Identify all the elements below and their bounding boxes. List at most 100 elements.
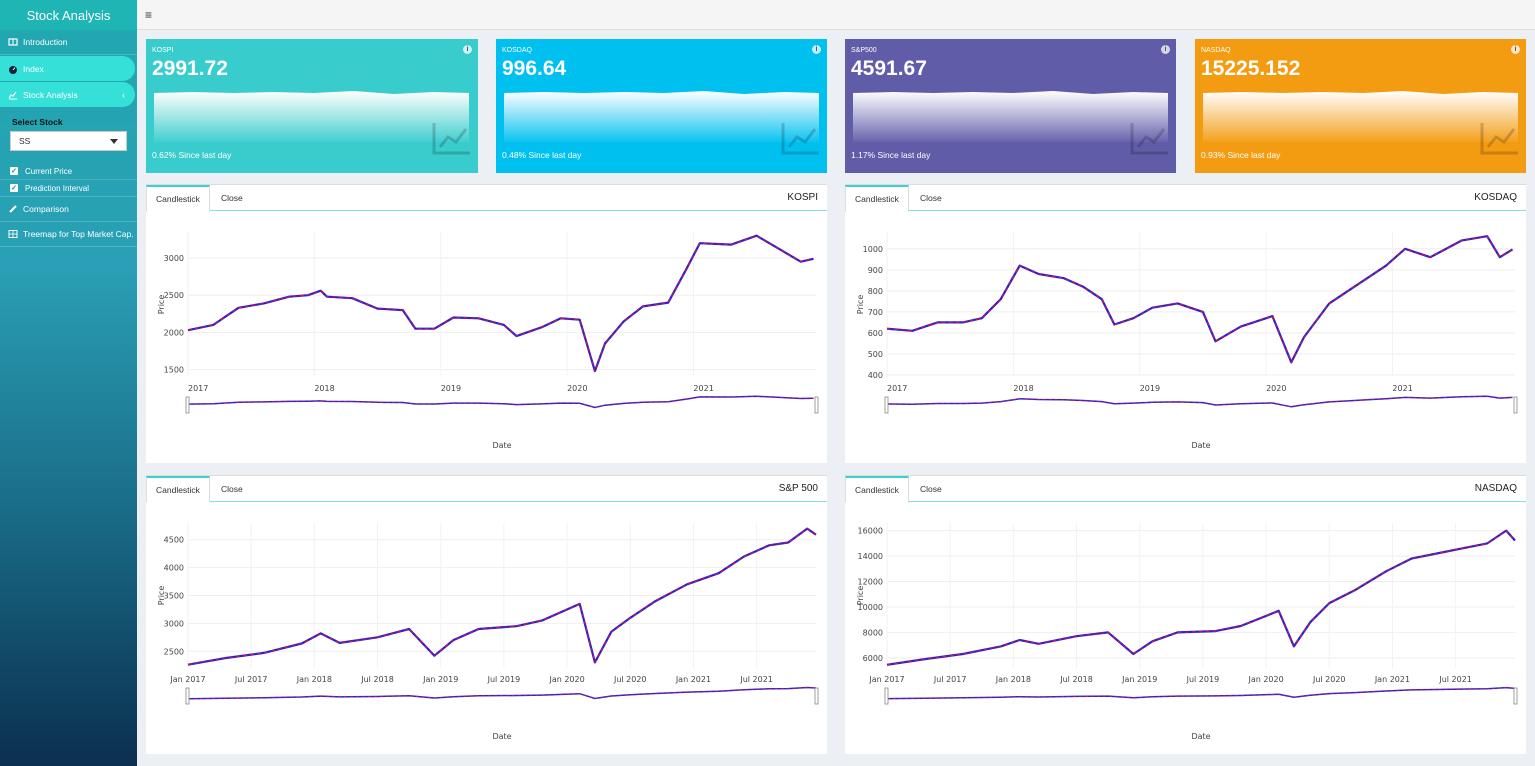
range-slider-left-handle[interactable] [884, 396, 889, 414]
range-slider-left-handle[interactable] [884, 687, 889, 705]
x-tick-label: Jul 2019 [1186, 675, 1220, 684]
y-tick-label: 3000 [164, 254, 184, 263]
panel-title: KOSPI [787, 192, 818, 203]
checkbox-label: Prediction Interval [25, 183, 90, 193]
panel-title: KOSDAQ [1474, 192, 1517, 203]
range-slider-right-handle[interactable] [1513, 687, 1518, 705]
brand-title[interactable]: Stock Analysis [0, 0, 137, 30]
y-tick-label: 1000 [863, 245, 883, 254]
x-tick-label: Jan 2017 [169, 675, 205, 684]
sidebar-item-comparison[interactable]: Comparison [0, 197, 137, 222]
price-series-down [886, 235, 1514, 364]
x-tick-label: 2017 [887, 384, 907, 393]
sidebar-item-label: Comparison [23, 204, 69, 214]
y-tick-label: 600 [868, 329, 883, 338]
sidebar-item-label: Treemap for Top Market Cap. [23, 229, 134, 239]
y-tick-label: 2500 [164, 291, 184, 300]
info-icon[interactable]: i [812, 45, 821, 54]
sidebar-item-label: Introduction [23, 37, 68, 47]
y-axis-label: Price [157, 295, 166, 315]
info-icon[interactable]: i [463, 45, 472, 54]
value-box-label: KOSPI [152, 47, 174, 54]
x-tick-label: 2021 [1392, 384, 1412, 393]
pencil-icon [8, 204, 18, 214]
y-axis-label: Price [856, 295, 865, 315]
x-tick-label: Jul 2019 [487, 675, 521, 684]
value-box-sp500: S&P500 4591.67 i 1.17% Since last day [845, 39, 1176, 173]
select-stock-dropdown[interactable]: SS [10, 131, 127, 151]
price-chart[interactable]: 6000800010000120001400016000Jan 2017 Jul … [845, 503, 1526, 755]
y-tick-label: 3500 [164, 592, 184, 601]
price-series-down [886, 529, 1516, 666]
range-slider-right-handle[interactable] [814, 396, 819, 414]
y-tick-label: 4000 [164, 564, 184, 573]
price-series-down [187, 234, 814, 373]
chart-panel-kospi: Candlestick Close KOSPI 1500 2000 2500 3000 201… [146, 184, 827, 463]
chart-tabs: Candlestick Close [845, 476, 1526, 503]
y-axis-label: Price [157, 586, 166, 606]
tab-close[interactable]: Close [212, 476, 252, 502]
area-chart-icon [781, 123, 819, 155]
chart-tabs: Candlestick Close [146, 185, 827, 212]
x-tick-label: Jan 2021 [1374, 675, 1410, 684]
info-icon[interactable]: i [1511, 45, 1520, 54]
dashboard-icon [8, 64, 18, 74]
x-tick-label: 2018 [314, 384, 334, 393]
sidebar-item-index[interactable]: Index [0, 56, 135, 81]
table-icon [8, 229, 18, 239]
y-tick-label: 2000 [164, 328, 184, 337]
x-tick-label: Jul 2018 [360, 675, 394, 684]
select-stock-label: Select Stock [12, 117, 63, 127]
range-slider-right-handle[interactable] [1513, 396, 1518, 414]
chevron-left-icon: ‹ [122, 89, 125, 100]
x-tick-label: Jul 2021 [739, 675, 773, 684]
book-icon [8, 37, 18, 47]
y-tick-label: 3000 [164, 619, 184, 628]
sparkline-area [154, 91, 469, 142]
sidebar-item-label: Stock Analysis [23, 89, 78, 100]
tab-close[interactable]: Close [911, 185, 951, 211]
y-tick-label: 6000 [863, 654, 883, 663]
sidebar-item-stock-analysis[interactable]: Stock Analysis ‹ [0, 82, 135, 107]
value-box-value: 15225.152 [1201, 57, 1301, 80]
checkbox-checked-icon: ✓ [10, 184, 18, 192]
y-tick-label: 1500 [164, 366, 184, 375]
x-tick-label: Jan 2020 [1247, 675, 1283, 684]
area-chart-icon [432, 123, 470, 155]
tab-candlestick[interactable]: Candlestick [146, 476, 210, 503]
range-slider-left-handle[interactable] [185, 687, 190, 705]
caret-down-icon [110, 138, 118, 144]
panel-title: S&P 500 [778, 483, 818, 494]
range-slider-bg [186, 397, 818, 412]
price-chart[interactable]: 2500 3000 3500 4000 4500 Jan 2017 Jul 2017 Jan … [146, 503, 827, 755]
price-chart[interactable]: 400 500 600 700 800 900 1000 2017 2018 2019 2020 20… [845, 212, 1526, 464]
sparkline-area [853, 91, 1168, 142]
sidebar: Stock Analysis Introduction Index Stock … [0, 0, 137, 766]
tab-candlestick[interactable]: Candlestick [146, 185, 210, 212]
y-tick-label: 700 [868, 308, 883, 317]
x-tick-label: Jan 2021 [675, 675, 711, 684]
current-price-checkbox[interactable]: ✓ Current Price [0, 163, 137, 180]
range-slider-left-handle[interactable] [185, 396, 190, 414]
hamburger-icon[interactable]: ≡ [145, 8, 152, 22]
x-tick-label: Jan 2018 [995, 675, 1031, 684]
price-series-up [886, 530, 1516, 666]
prediction-interval-checkbox[interactable]: ✓ Prediction Interval [0, 180, 137, 197]
y-tick-label: 500 [868, 350, 883, 359]
area-chart-icon [1480, 123, 1518, 155]
area-chart-icon [1130, 123, 1168, 155]
value-box-kosdaq: KOSDAQ 996.64 i 0.48% Since last day [496, 39, 827, 173]
price-chart[interactable]: 1500 2000 2500 3000 2017 2018 2019 2020 2021 Pric… [146, 212, 827, 464]
tab-close[interactable]: Close [911, 476, 951, 502]
select-stock-value: SS [19, 136, 31, 146]
x-tick-label: 2019 [441, 384, 461, 393]
x-tick-label: Jul 2021 [1438, 675, 1472, 684]
info-icon[interactable]: i [1161, 45, 1170, 54]
range-slider-right-handle[interactable] [814, 687, 819, 705]
sidebar-item-treemap[interactable]: Treemap for Top Market Cap. [0, 222, 137, 247]
tab-candlestick[interactable]: Candlestick [845, 185, 909, 212]
tab-candlestick[interactable]: Candlestick [845, 476, 909, 503]
tab-close[interactable]: Close [212, 185, 252, 211]
sidebar-item-introduction[interactable]: Introduction [0, 30, 137, 55]
x-tick-label: Jul 2020 [613, 675, 647, 684]
